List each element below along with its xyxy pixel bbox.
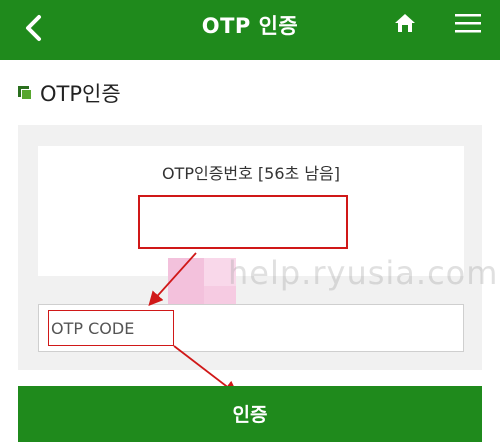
section-title: OTP인증 — [40, 82, 121, 106]
otp-number-display — [138, 195, 348, 249]
stacked-squares-icon — [18, 86, 32, 100]
page-title: OTP 인증 — [201, 14, 299, 38]
otp-code-input[interactable] — [39, 305, 463, 351]
chevron-left-icon — [26, 15, 41, 41]
top-app-bar: OTP 인증 — [0, 0, 500, 60]
section-heading: OTP인증 — [18, 78, 121, 108]
otp-countdown-label: OTP인증번호 [56초 남음] — [161, 164, 341, 183]
verify-button[interactable]: 인증 — [18, 386, 482, 442]
home-button[interactable] — [388, 6, 422, 40]
hamburger-menu-icon — [455, 14, 481, 33]
home-icon — [395, 14, 415, 32]
back-button[interactable] — [14, 6, 54, 50]
menu-button[interactable] — [448, 6, 488, 40]
otp-code-field-wrapper — [38, 304, 464, 352]
